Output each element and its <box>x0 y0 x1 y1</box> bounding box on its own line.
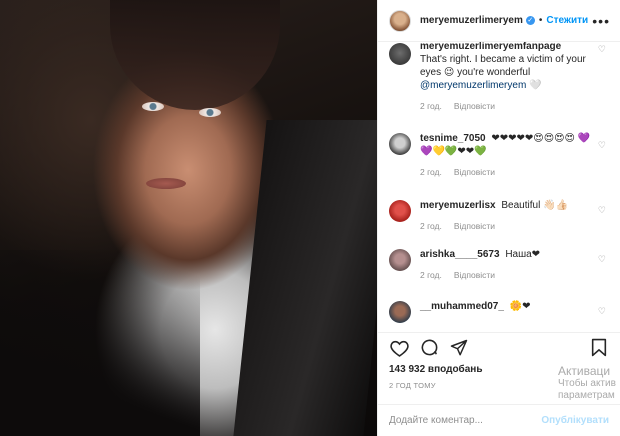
photo-lips <box>146 178 186 189</box>
comment-body: __muhammed07_ 🌼❤ <box>420 300 592 323</box>
comment-body: meryemuzerlisx Beautiful 👋🏻👍🏻 2 год. Від… <box>420 199 592 233</box>
comment-text: Наша❤ <box>505 249 541 260</box>
comment-text: 🌼❤ <box>509 301 531 312</box>
photo-eye-left <box>142 102 164 111</box>
header-separator: • <box>538 15 543 26</box>
bookmark-icon[interactable] <box>588 337 610 359</box>
comment-body: arishka____5673 Наша❤ 2 год. Відповісти <box>420 248 592 282</box>
comment-avatar[interactable] <box>389 249 411 271</box>
comment-text: Beautiful 👋🏻👍🏻 <box>501 200 568 211</box>
comment-meta: 2 год. Відповісти <box>420 166 592 179</box>
comment-like-heart-icon[interactable]: ♡ <box>598 205 606 216</box>
comment-time[interactable]: 2 год. <box>420 220 442 233</box>
photo-jacket <box>233 120 377 436</box>
author-avatar[interactable] <box>389 9 411 32</box>
author-username[interactable]: meryemuzerlimeryem <box>420 15 523 26</box>
comment-body: tesnime_7050 ❤❤❤❤❤😍😍😍😍 💜💜💛💚❤❤💚 2 год. Ві… <box>420 132 592 179</box>
comment-like-heart-icon[interactable]: ♡ <box>598 44 606 55</box>
comment-avatar[interactable] <box>389 301 411 323</box>
comment-like-heart-icon[interactable]: ♡ <box>598 140 606 151</box>
comment-avatar[interactable] <box>389 200 411 222</box>
comment-like-heart-icon[interactable]: ♡ <box>598 306 606 317</box>
add-comment-bar: Опублікувати <box>378 404 620 436</box>
comment-icon[interactable] <box>418 337 440 359</box>
reply-button[interactable]: Відповісти <box>454 220 495 233</box>
comment-username[interactable]: __muhammed07_ <box>420 301 504 312</box>
reply-button[interactable]: Відповісти <box>454 100 495 113</box>
comment-time[interactable]: 2 год. <box>420 100 442 113</box>
comment-username[interactable]: arishka____5673 <box>420 249 500 260</box>
comment-input[interactable] <box>389 415 542 426</box>
likes-count[interactable]: 143 932 вподобань <box>389 364 482 375</box>
verified-badge-icon: ✓ <box>525 16 535 25</box>
reply-button[interactable]: Відповісти <box>454 166 495 179</box>
comment-avatar[interactable] <box>389 43 411 65</box>
post-side-panel: meryemuzerlimeryem ✓ • Стежити ••• merye… <box>377 0 620 436</box>
comment-item: arishka____5673 Наша❤ 2 год. Відповісти … <box>378 248 620 282</box>
comment-username[interactable]: meryemuzerlisx <box>420 200 496 211</box>
post-header: meryemuzerlimeryem ✓ • Стежити ••• <box>378 0 620 42</box>
comment-username[interactable]: meryemuzerlimeryemfanpage <box>420 42 561 52</box>
comment-meta: 2 год. Відповісти <box>420 220 592 233</box>
comment-emoji: 🤍 <box>529 80 542 91</box>
photo-shadow <box>0 250 200 436</box>
photo-eye-right <box>199 108 221 117</box>
comment-time[interactable]: 2 год. <box>420 269 442 282</box>
watermark-line: Чтобы актив <box>558 378 616 389</box>
activation-watermark: Активаци Чтобы актив параметрам <box>558 365 616 402</box>
post-time[interactable]: 2 ГОД ТОМУ <box>389 381 436 390</box>
more-options-icon[interactable]: ••• <box>592 14 610 28</box>
post-photo[interactable] <box>0 0 377 436</box>
comment-item: tesnime_7050 ❤❤❤❤❤😍😍😍😍 💜💜💛💚❤❤💚 2 год. Ві… <box>378 132 620 179</box>
comment-meta: 2 год. Відповісти <box>420 100 592 113</box>
comment-item: meryemuzerlisx Beautiful 👋🏻👍🏻 2 год. Від… <box>378 199 620 233</box>
comment-like-heart-icon[interactable]: ♡ <box>598 254 606 265</box>
post-actions-bar <box>378 332 620 362</box>
comment-meta: 2 год. Відповісти <box>420 269 592 282</box>
follow-button[interactable]: Стежити <box>546 15 588 26</box>
reply-button[interactable]: Відповісти <box>454 269 495 282</box>
comment-item: __muhammed07_ 🌼❤ ♡ <box>378 300 620 323</box>
comment-body: meryemuzerlimeryemfanpage That's right. … <box>420 42 592 113</box>
comments-list[interactable]: meryemuzerlimeryemfanpage That's right. … <box>378 42 620 332</box>
photo-hair <box>110 0 280 110</box>
watermark-line: параметрам <box>558 390 615 401</box>
heart-icon[interactable] <box>388 337 410 359</box>
publish-button[interactable]: Опублікувати <box>541 415 609 426</box>
watermark-line: Активаци <box>558 364 611 378</box>
share-icon[interactable] <box>448 337 470 359</box>
comment-avatar[interactable] <box>389 133 411 155</box>
comment-text: That's right. I became a victim of your … <box>420 54 586 78</box>
comment-item: meryemuzerlimeryemfanpage That's right. … <box>378 42 620 113</box>
comment-time[interactable]: 2 год. <box>420 166 442 179</box>
comment-username[interactable]: tesnime_7050 <box>420 133 486 144</box>
comment-mention[interactable]: @meryemuzerlimeryem <box>420 80 526 91</box>
